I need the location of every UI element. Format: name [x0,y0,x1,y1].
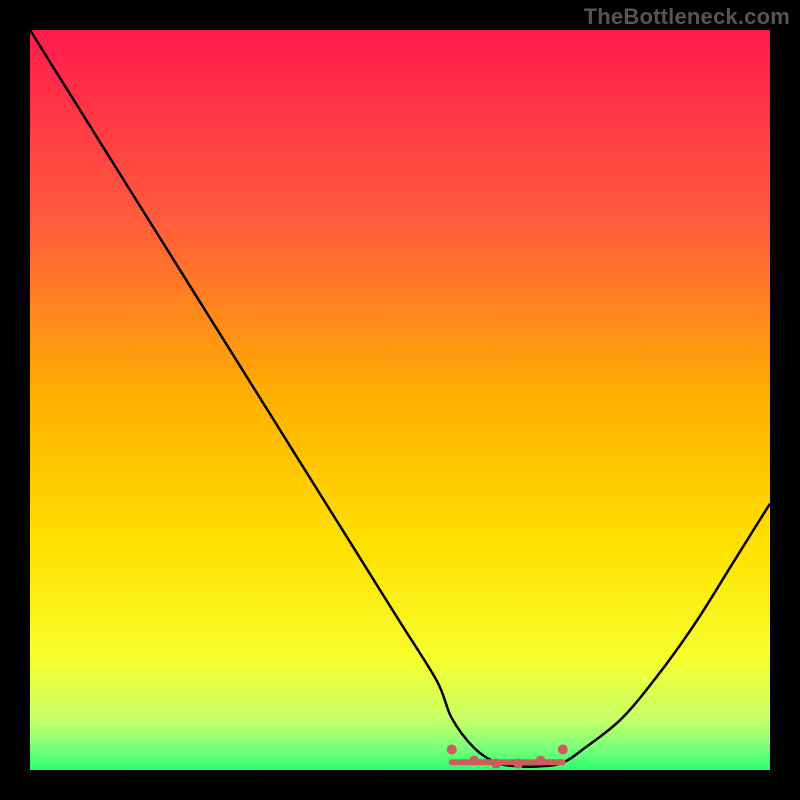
optimum-marker [447,745,457,755]
optimum-marker [536,756,546,766]
watermark-text: TheBottleneck.com [584,4,790,30]
gradient-background [30,30,770,770]
optimum-marker [491,759,501,769]
plot-area [30,30,770,770]
bottleneck-chart [30,30,770,770]
optimum-marker [513,759,523,769]
optimum-marker [558,745,568,755]
optimum-marker [469,756,479,766]
chart-frame: TheBottleneck.com [0,0,800,800]
